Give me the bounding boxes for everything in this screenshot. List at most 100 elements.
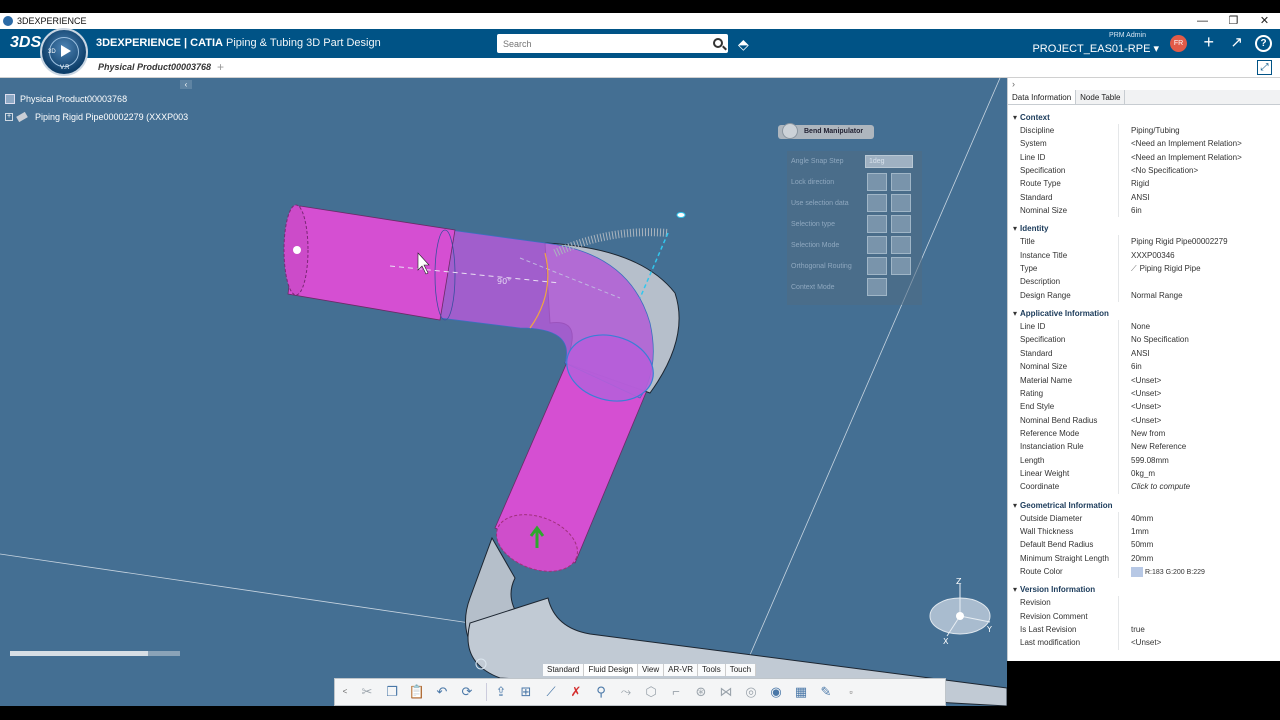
section-header[interactable]: Geometrical Information [1008, 499, 1280, 512]
property-value[interactable] [1118, 609, 1280, 623]
property-value[interactable]: <Unset> [1118, 400, 1280, 414]
property-value[interactable]: <Need an Implement Relation> [1118, 150, 1280, 165]
pipe-endpoint-handle[interactable] [293, 246, 301, 254]
tab-touch[interactable]: Touch [726, 664, 757, 676]
color-swatch[interactable] [1131, 566, 1143, 577]
property-value[interactable]: New Reference [1118, 440, 1280, 454]
avatar[interactable]: FR [1170, 35, 1187, 52]
view-compass-icon[interactable]: Z X Y [925, 576, 995, 646]
cut-icon[interactable]: ✂ [357, 682, 377, 702]
bend-manipulator-title[interactable]: Bend Manipulator [778, 123, 874, 139]
section-header[interactable]: Identity [1008, 222, 1280, 235]
3d-viewport[interactable]: 90° ‹ Physical Product00003768 + Piping … [0, 78, 1007, 706]
scrollbar-thumb[interactable] [10, 651, 148, 656]
restore-button[interactable]: ❐ [1218, 13, 1249, 29]
property-value[interactable] [1118, 596, 1280, 610]
reducer-icon[interactable]: ◎ [741, 682, 761, 702]
property-value[interactable]: ⟋ Piping Rigid Pipe [1118, 262, 1280, 276]
panel-collapse-icon[interactable]: › [1012, 79, 1015, 89]
property-value[interactable]: Click to compute [1118, 480, 1280, 494]
tab-view[interactable]: View [638, 664, 665, 676]
table-icon[interactable]: ▦ [791, 682, 811, 702]
horizontal-scrollbar[interactable] [10, 651, 180, 656]
part-icon[interactable]: ⬡ [641, 682, 661, 702]
tab-data-information[interactable]: Data Information [1008, 90, 1077, 104]
property-value[interactable]: Normal Range [1118, 288, 1280, 303]
tag-icon[interactable]: ⬘ [738, 36, 749, 53]
property-value[interactable]: 1mm [1118, 524, 1280, 539]
close-button[interactable]: ✕ [1249, 13, 1280, 29]
property-value[interactable]: 0kg_m [1118, 466, 1280, 481]
add-icon[interactable]: + [1203, 32, 1214, 53]
section-header[interactable]: Version Information [1008, 583, 1280, 596]
use-selection-data-button[interactable] [867, 194, 887, 212]
edit-icon[interactable]: ✎ [816, 682, 836, 702]
property-value[interactable]: Piping/Tubing [1118, 124, 1280, 138]
lock-direction-button[interactable] [867, 173, 887, 191]
connect-icon[interactable]: ⤳ [616, 682, 636, 702]
more-icon[interactable]: ▫ [841, 682, 861, 702]
update-icon[interactable]: ⟳ [457, 682, 477, 702]
tree-collapse-icon[interactable]: ‹ [180, 80, 192, 89]
selection-type-button[interactable] [867, 215, 887, 233]
undo-icon[interactable]: ↶ [432, 682, 452, 702]
flange-icon[interactable]: ⊛ [691, 682, 711, 702]
selection-type-alt-button[interactable] [891, 215, 911, 233]
selection-mode-button[interactable] [867, 236, 887, 254]
route-icon[interactable]: ⊞ [516, 682, 536, 702]
search-input[interactable] [497, 34, 697, 53]
property-value[interactable]: None [1118, 320, 1280, 334]
property-value[interactable]: 50mm [1118, 538, 1280, 552]
bend-route-icon[interactable]: ⟋ [541, 682, 561, 702]
paste-icon[interactable]: 📋 [407, 682, 427, 702]
property-value[interactable]: <Unset> [1118, 636, 1280, 650]
lock-direction-alt-button[interactable] [891, 173, 911, 191]
share-icon[interactable]: ↗ [1230, 33, 1243, 51]
tab-tools[interactable]: Tools [698, 664, 726, 676]
angle-snap-step-input[interactable]: 1deg [865, 155, 913, 168]
property-value[interactable]: XXXP00346 [1118, 248, 1280, 263]
property-value[interactable]: <Unset> [1118, 413, 1280, 427]
property-value[interactable] [1118, 275, 1280, 289]
elbow-icon[interactable]: ⌐ [666, 682, 686, 702]
property-value[interactable]: <Need an Implement Relation> [1118, 137, 1280, 151]
delete-route-icon[interactable]: ✗ [566, 682, 586, 702]
help-icon[interactable]: ? [1255, 35, 1272, 52]
use-selection-data-alt-button[interactable] [891, 194, 911, 212]
section-header[interactable]: Applicative Information [1008, 307, 1280, 320]
selection-mode-alt-button[interactable] [891, 236, 911, 254]
search-icon[interactable] [713, 38, 723, 48]
property-value[interactable]: New from [1118, 426, 1280, 441]
analysis-icon[interactable]: ◉ [766, 682, 786, 702]
property-value[interactable]: <Unset> [1118, 386, 1280, 401]
property-value[interactable]: Rigid [1118, 177, 1280, 191]
tree-expand-icon[interactable]: + [5, 113, 13, 121]
property-value[interactable]: Piping Rigid Pipe00002279 [1118, 235, 1280, 249]
project-selector[interactable]: PROJECT_EAS01-RPE ▾ [1032, 42, 1159, 55]
compass-icon[interactable]: 3D V.R [40, 28, 88, 76]
orthogonal-routing-alt-button[interactable] [891, 257, 911, 275]
property-value[interactable]: true [1118, 623, 1280, 637]
tab-standard[interactable]: Standard [543, 664, 585, 676]
property-value[interactable]: 20mm [1118, 551, 1280, 565]
property-value[interactable]: ANSI [1118, 190, 1280, 205]
property-value[interactable]: R:183 G:200 B:229 [1118, 564, 1280, 579]
tree-item-root[interactable]: Physical Product00003768 [5, 94, 127, 104]
tab-node-table[interactable]: Node Table [1076, 90, 1126, 104]
bend-handle[interactable] [676, 212, 686, 218]
action-bar-toggle[interactable]: < [341, 682, 349, 702]
property-value[interactable]: ANSI [1118, 346, 1280, 361]
property-value[interactable]: <Unset> [1118, 373, 1280, 387]
valve-icon[interactable]: ⋈ [716, 682, 736, 702]
tab-fluid-design[interactable]: Fluid Design [584, 664, 638, 676]
section-header[interactable]: Context [1008, 111, 1280, 124]
tree-item-pipe[interactable]: + Piping Rigid Pipe00002279 (XXXP003 [5, 111, 188, 123]
pin-icon[interactable]: ⚲ [591, 682, 611, 702]
share-upload-icon[interactable]: ⇪ [491, 682, 511, 702]
property-value[interactable]: <No Specification> [1118, 164, 1280, 178]
orthogonal-routing-button[interactable] [867, 257, 887, 275]
add-tab-button[interactable]: + [217, 60, 224, 74]
property-value[interactable]: 40mm [1118, 511, 1280, 525]
property-value[interactable]: 6in [1118, 204, 1280, 218]
copy-icon[interactable]: ❐ [382, 682, 402, 702]
